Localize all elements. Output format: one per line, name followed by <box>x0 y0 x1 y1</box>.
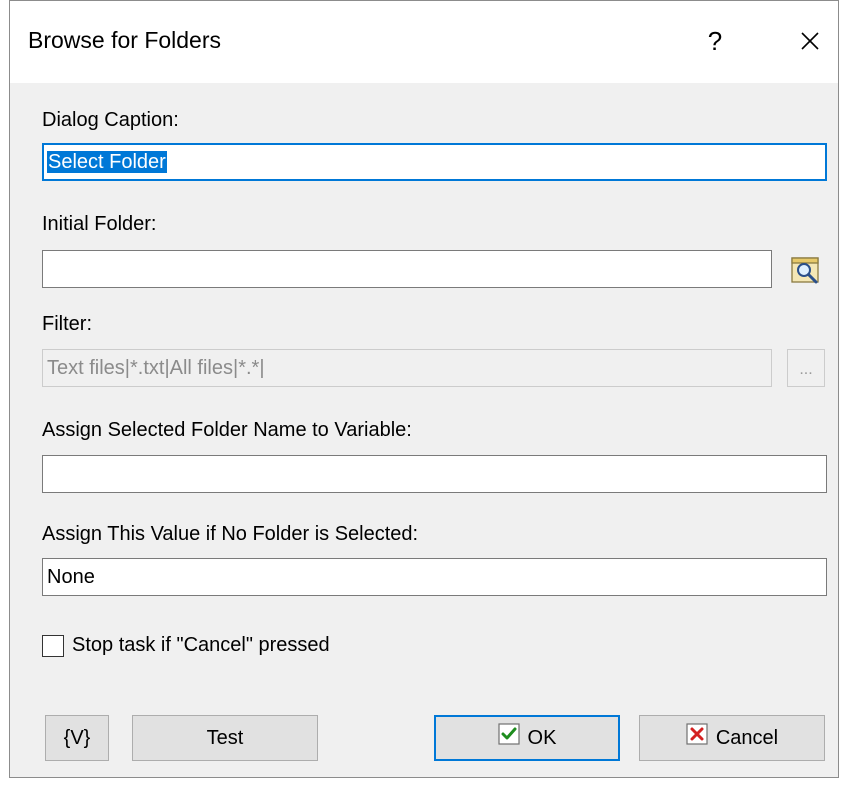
title-bar[interactable]: Browse for Folders ? <box>10 1 838 83</box>
ok-button-label: OK <box>527 727 557 749</box>
initial-folder-label: Initial Folder: <box>42 213 157 235</box>
assign-variable-label: Assign Selected Folder Name to Variable: <box>42 419 412 441</box>
browse-folder-button[interactable] <box>787 251 825 289</box>
ok-button[interactable]: OK <box>434 715 620 761</box>
cancel-button[interactable]: Cancel <box>639 715 825 761</box>
initial-folder-input[interactable] <box>42 250 772 288</box>
filter-value: Text files|*.txt|All files|*.*| <box>47 357 265 379</box>
test-button-label: Test <box>206 727 244 749</box>
dialog-title: Browse for Folders <box>28 27 222 53</box>
close-button[interactable] <box>790 21 830 61</box>
no-folder-value-text: None <box>47 566 95 588</box>
test-button[interactable]: Test <box>132 715 318 761</box>
assign-variable-input[interactable] <box>42 455 827 493</box>
close-icon <box>801 32 819 50</box>
filter-ellipsis-button: ... <box>787 349 825 387</box>
dialog-caption-label: Dialog Caption: <box>42 109 179 131</box>
check-icon <box>497 718 520 760</box>
browse-for-folders-dialog: Browse for Folders ? Dialog Caption: Sel… <box>9 0 839 778</box>
cancel-button-label: Cancel <box>715 727 779 749</box>
x-icon <box>686 717 708 761</box>
no-folder-value-label: Assign This Value if No Folder is Select… <box>42 523 419 545</box>
dialog-caption-input[interactable]: Select Folder <box>42 143 827 181</box>
filter-label: Filter: <box>42 313 92 335</box>
variables-button[interactable]: {V} <box>45 715 109 761</box>
dialog-caption-value: Select Folder <box>47 151 167 173</box>
browse-folder-icon <box>791 257 819 284</box>
filter-input: Text files|*.txt|All files|*.*| <box>42 349 772 387</box>
stop-task-label[interactable]: Stop task if "Cancel" pressed <box>72 634 330 657</box>
help-button[interactable]: ? <box>700 23 730 59</box>
no-folder-value-input[interactable]: None <box>42 558 827 596</box>
stop-task-checkbox[interactable] <box>42 635 64 657</box>
variables-button-label: {V} <box>63 727 91 749</box>
